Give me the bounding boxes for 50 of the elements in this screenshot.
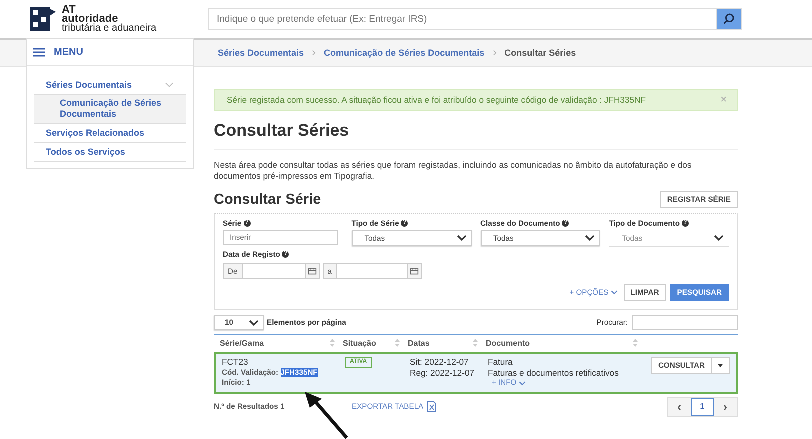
search-icon [723, 13, 735, 25]
logo-line: tributária e aduaneira [62, 24, 157, 32]
calendar-icon [406, 264, 421, 278]
previous-button[interactable]: ‹ [668, 398, 691, 416]
submenu-item[interactable]: Comunicação de Séries Documentais [34, 94, 186, 124]
chevron-down-icon [585, 235, 596, 241]
series-name: FCT23 [222, 357, 250, 368]
menu-item[interactable]: Todos os Serviços [34, 143, 186, 162]
chevron-down-icon [714, 235, 724, 241]
next-button[interactable]: › [714, 398, 737, 416]
chevron-icon [165, 82, 174, 88]
menu-item[interactable]: Serviços Relacionados [34, 124, 186, 143]
sort-icon [633, 339, 638, 347]
breadcrumb-link[interactable]: Comunicação de Séries Documentais [324, 48, 485, 58]
sort-icon [330, 339, 335, 347]
document-text: Fatura [488, 357, 514, 368]
column-header[interactable]: Série/Gama [220, 339, 264, 348]
search-field[interactable]: Indique o que pretende efetuar (Ex: Entregar IRS) [208, 8, 716, 30]
search-button[interactable] [716, 8, 742, 30]
chevron-down-icon [518, 380, 526, 386]
breadcrumb-link[interactable]: Séries Documentais [218, 48, 304, 58]
menu-item[interactable]: Séries Documentais [34, 76, 186, 94]
intro-text: Nesta área pode consultar todas as séries que foram registadas, incluindo as comunicadas no âmbito da autofaturação e dos documentos pré-impressos em Tipografia. [214, 160, 693, 182]
section-title: Consultar Série [214, 192, 322, 208]
date-text: Sit: 2022-12-07 [410, 357, 470, 368]
chevron-down-icon [249, 320, 259, 326]
logo-abbr: AT [62, 6, 76, 14]
logo-line: autoridade [62, 14, 118, 24]
calendar-icon [304, 264, 319, 278]
document-text: Faturas e documentos retificativos [488, 368, 620, 378]
chevron-down-icon [610, 290, 618, 295]
page-title: Consultar Séries [214, 121, 738, 150]
page-button[interactable]: 1 [691, 398, 714, 416]
column-header[interactable]: Documento [486, 339, 530, 348]
chevron-down-icon [456, 235, 466, 241]
chevron-right-icon [312, 50, 316, 56]
alert-message: Série registada com sucesso. A situação ficou ativa e foi atribuído o seguinte código de validação : JFH335NF [227, 95, 646, 105]
spreadsheet-icon [426, 400, 437, 412]
menu-icon [33, 48, 45, 56]
date-text: Reg: 2022-12-07 [410, 368, 476, 378]
column-header[interactable]: Datas [408, 339, 430, 348]
chevron-right-icon [492, 50, 497, 56]
sort-icon [473, 339, 478, 347]
table-search-field[interactable] [632, 315, 738, 330]
column-header[interactable]: Situação [343, 339, 376, 348]
menu-label[interactable]: MENU [54, 46, 84, 58]
sort-icon [395, 339, 400, 347]
logo-icon [28, 4, 58, 34]
caret-icon [718, 364, 723, 368]
dropdown-button[interactable] [712, 357, 730, 374]
